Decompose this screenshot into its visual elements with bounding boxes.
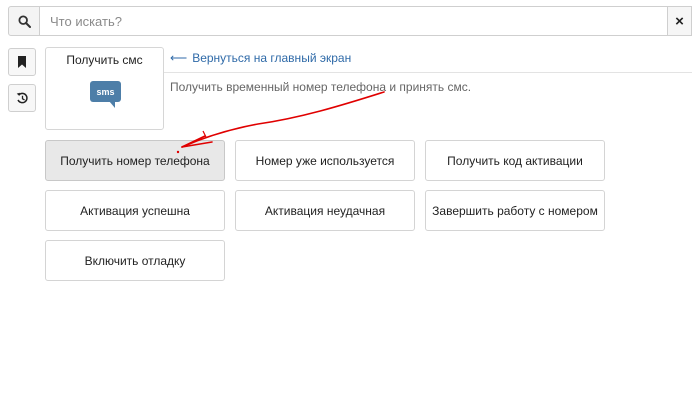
search-input[interactable] <box>40 6 668 36</box>
divider <box>164 72 692 73</box>
search-button[interactable] <box>8 6 40 36</box>
close-icon: × <box>675 12 684 30</box>
service-title: Получить смс <box>66 53 143 67</box>
enable-debug-button[interactable]: Включить отладку <box>45 240 225 281</box>
bookmark-icon <box>18 56 26 68</box>
clear-search-button[interactable]: × <box>667 6 692 36</box>
sidebar-item-history[interactable] <box>8 84 36 112</box>
get-activation-code-button[interactable]: Получить код активации <box>425 140 605 181</box>
service-card[interactable]: Получить смс sms <box>45 47 164 130</box>
service-description: Получить временный номер телефона и прин… <box>170 80 472 94</box>
activation-success-button[interactable]: Активация успешна <box>45 190 225 231</box>
finish-number-button[interactable]: Завершить работу с номером <box>425 190 605 231</box>
back-link-label: Вернуться на главный экран <box>192 51 352 65</box>
search-icon <box>17 14 31 28</box>
get-phone-number-button[interactable]: Получить номер телефона <box>45 140 225 181</box>
activation-failed-button[interactable]: Активация неудачная <box>235 190 415 231</box>
number-already-used-button[interactable]: Номер уже используется <box>235 140 415 181</box>
back-to-home-link[interactable]: ⟵ Вернуться на главный экран <box>170 51 351 65</box>
sidebar <box>8 48 36 120</box>
history-icon <box>16 92 28 103</box>
sms-icon: sms <box>90 81 121 108</box>
sidebar-item-bookmarks[interactable] <box>8 48 36 76</box>
search-bar: × <box>0 0 692 44</box>
arrow-left-icon: ⟵ <box>170 51 188 65</box>
svg-text:sms: sms <box>96 87 114 97</box>
